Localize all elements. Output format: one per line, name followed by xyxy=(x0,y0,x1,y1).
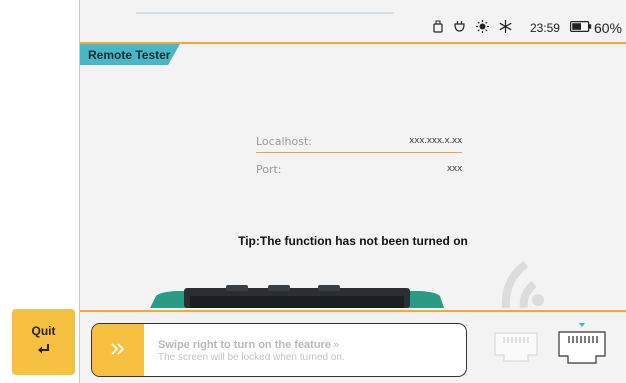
clock: 23:59 xyxy=(529,21,560,35)
battery-icon xyxy=(569,21,592,35)
brightness-icon xyxy=(475,20,489,36)
title-rule xyxy=(80,42,626,44)
swipe-title-text: Swipe right to turn on the feature xyxy=(158,339,331,351)
top-progress-line xyxy=(136,12,394,14)
bottom-rule xyxy=(80,310,626,312)
tester-device-image xyxy=(150,285,444,308)
port-label: Port: xyxy=(256,163,282,176)
main-panel: 23:59 60% Remote Tester Localhost: xxx.x… xyxy=(80,0,626,383)
port-field[interactable]: Port: xxx xyxy=(256,160,462,180)
double-chevron-right-icon xyxy=(110,339,126,362)
page-title: Remote Tester xyxy=(88,48,171,62)
localhost-field[interactable]: Localhost: xxx.xxx.x.xx xyxy=(256,132,462,153)
swipe-title: Swipe right to turn on the feature» xyxy=(158,339,339,351)
ethernet-port-icon-inactive[interactable] xyxy=(492,330,540,364)
usb-icon xyxy=(433,20,443,36)
wireless-signal-icon xyxy=(501,260,544,308)
swipe-to-enable-slider[interactable]: Swipe right to turn on the feature» The … xyxy=(91,323,467,377)
cooling-icon xyxy=(499,20,512,36)
tip-message: Tip:The function has not been turned on xyxy=(238,234,468,248)
quit-button[interactable]: Quit xyxy=(12,309,75,375)
port-value: xxx xyxy=(446,164,462,174)
swipe-subtitle: The screen will be locked when turned on… xyxy=(158,352,345,363)
ethernet-port-icon-active[interactable] xyxy=(556,322,608,366)
status-bar: 23:59 60% xyxy=(433,18,626,38)
localhost-underline xyxy=(256,152,462,153)
swipe-chevron-icon: » xyxy=(332,339,340,351)
localhost-label: Localhost: xyxy=(256,135,312,148)
quit-label: Quit xyxy=(31,324,56,338)
battery-percent: 60% xyxy=(593,20,622,36)
swipe-handle[interactable] xyxy=(92,324,144,376)
title-bar: Remote Tester xyxy=(80,42,626,65)
left-rail: Quit xyxy=(0,0,80,383)
power-plug-icon xyxy=(453,20,466,36)
return-arrow-icon xyxy=(37,342,51,360)
localhost-value: xxx.xxx.x.xx xyxy=(409,136,462,146)
battery-indicator: 60% xyxy=(569,20,622,36)
